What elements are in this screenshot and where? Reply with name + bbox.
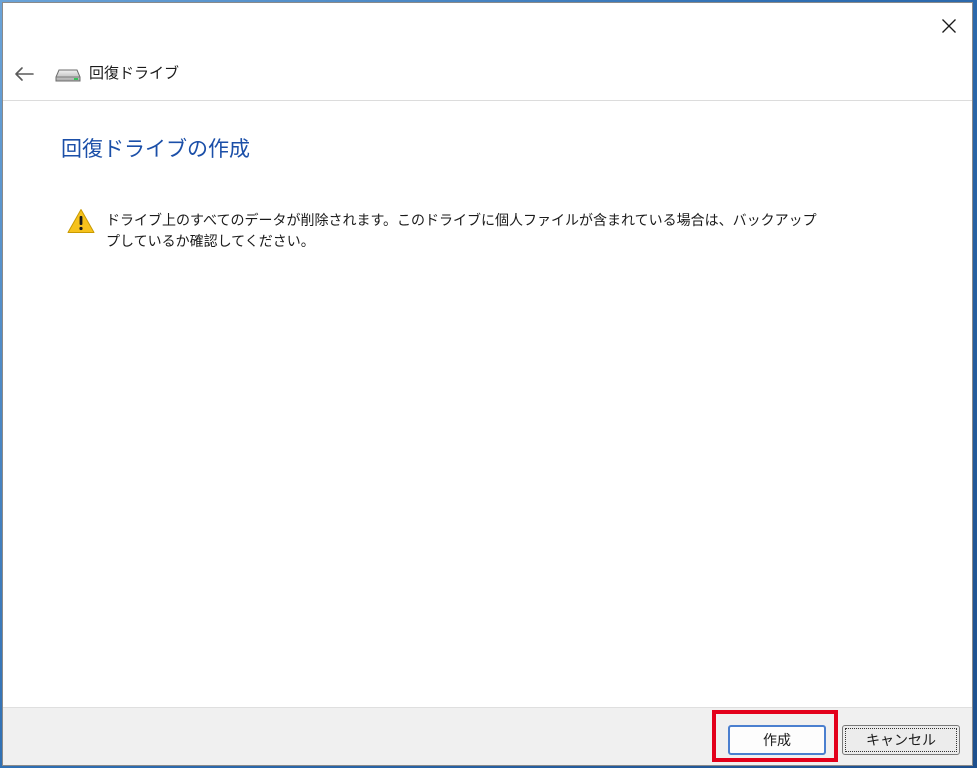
nav-title: 回復ドライブ [89, 64, 180, 82]
close-button[interactable] [926, 3, 972, 49]
cancel-button-label: キャンセル [866, 733, 936, 749]
drive-icon [55, 69, 81, 82]
create-button[interactable]: 作成 [728, 725, 826, 755]
warning-message: ドライブ上のすべてのデータが削除されます。このドライブに個人ファイルが含まれてい… [106, 211, 836, 253]
warning-line-2: プしているか確認してください。 [106, 234, 315, 250]
back-arrow-icon [15, 67, 34, 81]
create-button-label: 作成 [763, 733, 791, 749]
warning-line-1: ドライブ上のすべてのデータが削除されます。このドライブに個人ファイルが含まれてい… [106, 213, 817, 229]
page-title: 回復ドライブの作成 [61, 137, 250, 161]
warning-icon [67, 209, 95, 233]
title-bar [3, 3, 972, 49]
button-bar: 作成 キャンセル [3, 707, 972, 765]
back-button[interactable] [11, 61, 37, 87]
main-content: 回復ドライブの作成 ドライブ上のすべてのデータが削除されます。このドライブに個人… [3, 101, 972, 707]
close-icon [942, 19, 956, 33]
navigation-bar: 回復ドライブ [3, 49, 972, 101]
cancel-button[interactable]: キャンセル [842, 725, 960, 755]
recovery-drive-window: 回復ドライブ 回復ドライブの作成 ドライブ上のすべてのデータが削除されます。この… [2, 2, 973, 766]
